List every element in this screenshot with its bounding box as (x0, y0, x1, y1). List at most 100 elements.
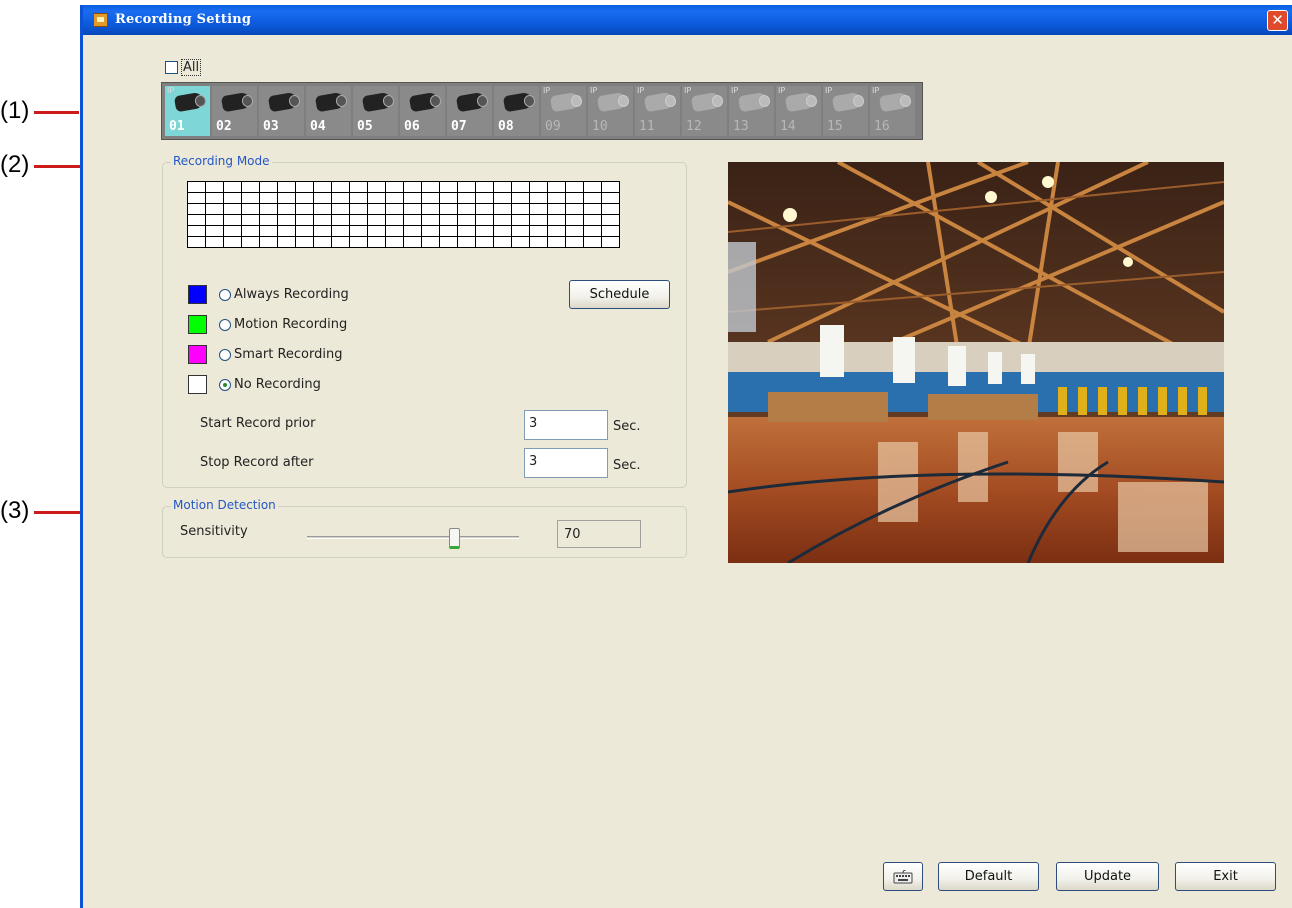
schedule-cell[interactable] (187, 203, 206, 215)
schedule-cell[interactable] (547, 214, 566, 226)
schedule-cell[interactable] (223, 225, 242, 237)
schedule-cell[interactable] (457, 225, 476, 237)
schedule-cell[interactable] (529, 203, 548, 215)
schedule-cell[interactable] (259, 214, 278, 226)
schedule-cell[interactable] (313, 214, 332, 226)
schedule-cell[interactable] (385, 181, 404, 193)
always-recording-label[interactable]: Always Recording (234, 287, 349, 302)
schedule-cell[interactable] (403, 236, 422, 248)
schedule-cell[interactable] (223, 192, 242, 204)
schedule-cell[interactable] (475, 214, 494, 226)
schedule-cell[interactable] (313, 181, 332, 193)
schedule-cell[interactable] (439, 181, 458, 193)
schedule-cell[interactable] (565, 181, 584, 193)
exit-button[interactable]: Exit (1175, 862, 1276, 891)
motion-recording-radio[interactable] (219, 319, 231, 331)
schedule-cell[interactable] (367, 203, 386, 215)
schedule-cell[interactable] (565, 214, 584, 226)
schedule-cell[interactable] (223, 214, 242, 226)
schedule-cell[interactable] (187, 225, 206, 237)
schedule-cell[interactable] (475, 225, 494, 237)
schedule-cell[interactable] (205, 181, 224, 193)
schedule-cell[interactable] (331, 203, 350, 215)
schedule-cell[interactable] (313, 203, 332, 215)
schedule-cell[interactable] (241, 181, 260, 193)
schedule-cell[interactable] (349, 225, 368, 237)
schedule-cell[interactable] (223, 203, 242, 215)
schedule-cell[interactable] (349, 203, 368, 215)
schedule-cell[interactable] (601, 203, 620, 215)
schedule-cell[interactable] (277, 214, 296, 226)
camera-tile-06[interactable]: 06 (400, 86, 445, 136)
schedule-cell[interactable] (439, 214, 458, 226)
schedule-cell[interactable] (385, 214, 404, 226)
schedule-cell[interactable] (331, 192, 350, 204)
schedule-cell[interactable] (421, 236, 440, 248)
keyboard-button[interactable] (883, 862, 923, 891)
schedule-cell[interactable] (493, 225, 512, 237)
schedule-cell[interactable] (331, 181, 350, 193)
schedule-cell[interactable] (439, 236, 458, 248)
schedule-cell[interactable] (367, 225, 386, 237)
schedule-cell[interactable] (385, 192, 404, 204)
schedule-cell[interactable] (403, 192, 422, 204)
schedule-cell[interactable] (349, 181, 368, 193)
schedule-cell[interactable] (205, 214, 224, 226)
camera-tile-03[interactable]: 03 (259, 86, 304, 136)
schedule-cell[interactable] (313, 236, 332, 248)
schedule-cell[interactable] (403, 225, 422, 237)
default-button[interactable]: Default (938, 862, 1039, 891)
schedule-cell[interactable] (205, 192, 224, 204)
schedule-cell[interactable] (565, 236, 584, 248)
schedule-cell[interactable] (583, 203, 602, 215)
all-checkbox[interactable] (165, 61, 178, 74)
schedule-cell[interactable] (223, 181, 242, 193)
schedule-cell[interactable] (403, 181, 422, 193)
schedule-cell[interactable] (511, 192, 530, 204)
schedule-cell[interactable] (349, 236, 368, 248)
schedule-cell[interactable] (493, 214, 512, 226)
schedule-cell[interactable] (511, 236, 530, 248)
camera-tile-14[interactable]: IP 14 (776, 86, 821, 136)
schedule-cell[interactable] (403, 203, 422, 215)
camera-tile-02[interactable]: 02 (212, 86, 257, 136)
schedule-cell[interactable] (331, 225, 350, 237)
schedule-cell[interactable] (511, 203, 530, 215)
schedule-cell[interactable] (529, 214, 548, 226)
schedule-cell[interactable] (547, 236, 566, 248)
schedule-cell[interactable] (511, 181, 530, 193)
schedule-cell[interactable] (349, 214, 368, 226)
schedule-cell[interactable] (367, 192, 386, 204)
schedule-cell[interactable] (547, 192, 566, 204)
schedule-cell[interactable] (493, 181, 512, 193)
schedule-cell[interactable] (367, 214, 386, 226)
schedule-cell[interactable] (583, 214, 602, 226)
schedule-cell[interactable] (259, 192, 278, 204)
schedule-cell[interactable] (259, 225, 278, 237)
schedule-cell[interactable] (205, 203, 224, 215)
camera-tile-16[interactable]: IP 16 (870, 86, 915, 136)
schedule-cell[interactable] (277, 203, 296, 215)
no-recording-label[interactable]: No Recording (234, 377, 321, 392)
schedule-cell[interactable] (421, 203, 440, 215)
schedule-cell[interactable] (493, 203, 512, 215)
schedule-cell[interactable] (493, 236, 512, 248)
schedule-cell[interactable] (529, 225, 548, 237)
schedule-cell[interactable] (529, 236, 548, 248)
start-record-prior-input[interactable]: 3 (524, 410, 608, 440)
camera-tile-13[interactable]: IP 13 (729, 86, 774, 136)
no-recording-radio[interactable] (219, 379, 231, 391)
schedule-cell[interactable] (529, 181, 548, 193)
schedule-cell[interactable] (259, 181, 278, 193)
schedule-cell[interactable] (205, 225, 224, 237)
all-checkbox-label[interactable]: All (181, 59, 202, 76)
schedule-cell[interactable] (187, 214, 206, 226)
schedule-cell[interactable] (565, 192, 584, 204)
schedule-cell[interactable] (277, 181, 296, 193)
camera-tile-11[interactable]: IP 11 (635, 86, 680, 136)
schedule-cell[interactable] (241, 214, 260, 226)
camera-tile-10[interactable]: IP 10 (588, 86, 633, 136)
schedule-cell[interactable] (583, 192, 602, 204)
smart-recording-label[interactable]: Smart Recording (234, 347, 342, 362)
schedule-cell[interactable] (187, 236, 206, 248)
